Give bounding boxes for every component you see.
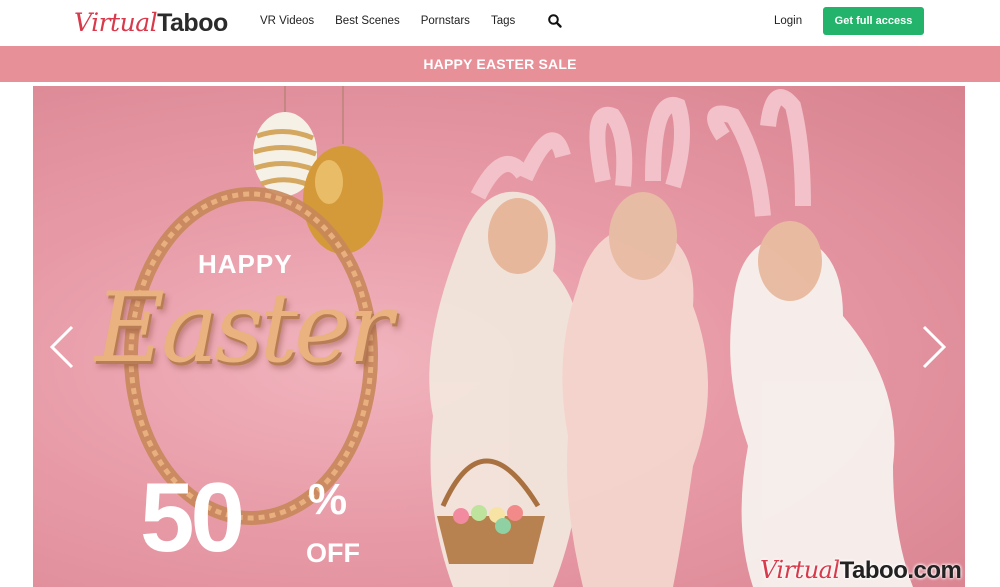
nav-vr-videos[interactable]: VR Videos [260, 15, 314, 27]
watermark-taboo-text: Taboo.com [839, 557, 962, 584]
site-logo[interactable]: Virtual Taboo [74, 8, 228, 38]
logo-virtual-text: Virtual [74, 8, 158, 37]
site-header: Virtual Taboo VR Videos Best Scenes Porn… [0, 0, 1000, 46]
main-nav: VR Videos Best Scenes Pornstars Tags [260, 15, 536, 27]
sale-banner-bar[interactable]: HAPPY EASTER SALE [0, 46, 1000, 82]
chevron-right-icon[interactable] [918, 325, 948, 369]
get-full-access-button[interactable]: Get full access [823, 7, 924, 35]
easter-script-text: Easter [95, 272, 393, 384]
watermark-virtual-text: Virtual [760, 556, 840, 584]
discount-percent-sign: % [308, 475, 348, 524]
discount-off-text: OFF [306, 538, 360, 568]
search-icon[interactable] [547, 13, 563, 29]
nav-best-scenes[interactable]: Best Scenes [335, 15, 400, 27]
login-link[interactable]: Login [774, 15, 802, 27]
logo-taboo-text: Taboo [157, 9, 228, 37]
discount-number: 50 [140, 462, 245, 572]
banner-watermark-logo: Virtual Taboo.com [760, 556, 962, 585]
nav-tags[interactable]: Tags [491, 15, 515, 27]
promo-carousel-slide[interactable]: HAPPY Easter 50 % OFF Virtual Taboo.com [33, 86, 965, 587]
sale-bar-text: HAPPY EASTER SALE [423, 56, 577, 72]
gold-egg-icon [303, 146, 383, 254]
nav-pornstars[interactable]: Pornstars [421, 15, 470, 27]
chevron-left-icon[interactable] [48, 325, 78, 369]
